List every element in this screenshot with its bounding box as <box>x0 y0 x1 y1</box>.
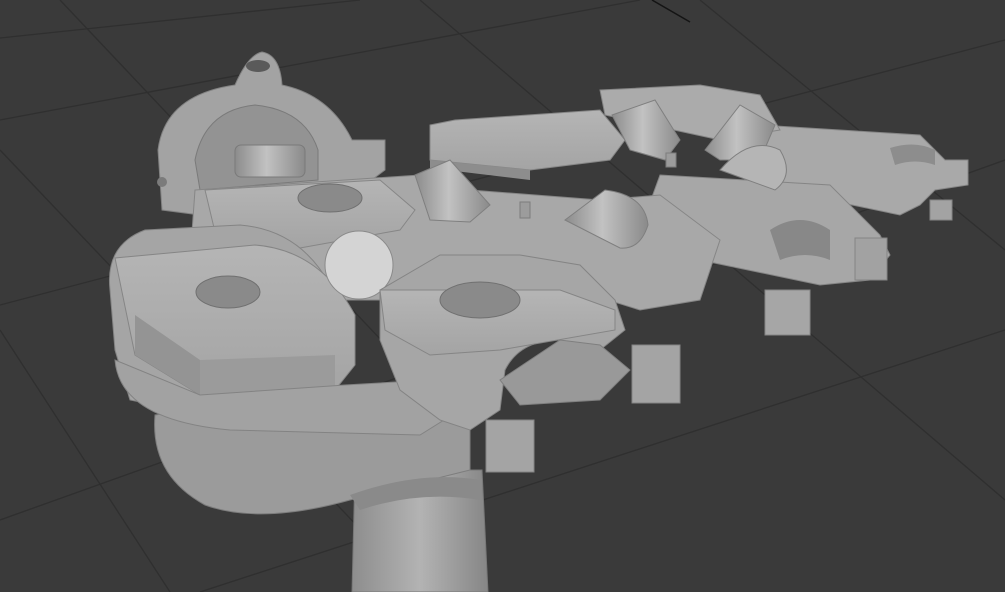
viewport-canvas[interactable] <box>0 0 1005 592</box>
spur-gear[interactable] <box>234 144 306 178</box>
axis-line <box>651 0 691 23</box>
shaft-hole <box>297 183 363 213</box>
shaft-hole <box>439 281 521 319</box>
cam-arm-rear-center[interactable] <box>429 109 626 180</box>
3d-viewport[interactable] <box>0 0 1005 592</box>
shaft-hole <box>195 275 261 309</box>
support-column[interactable] <box>154 404 489 592</box>
mount-hole <box>246 60 270 72</box>
